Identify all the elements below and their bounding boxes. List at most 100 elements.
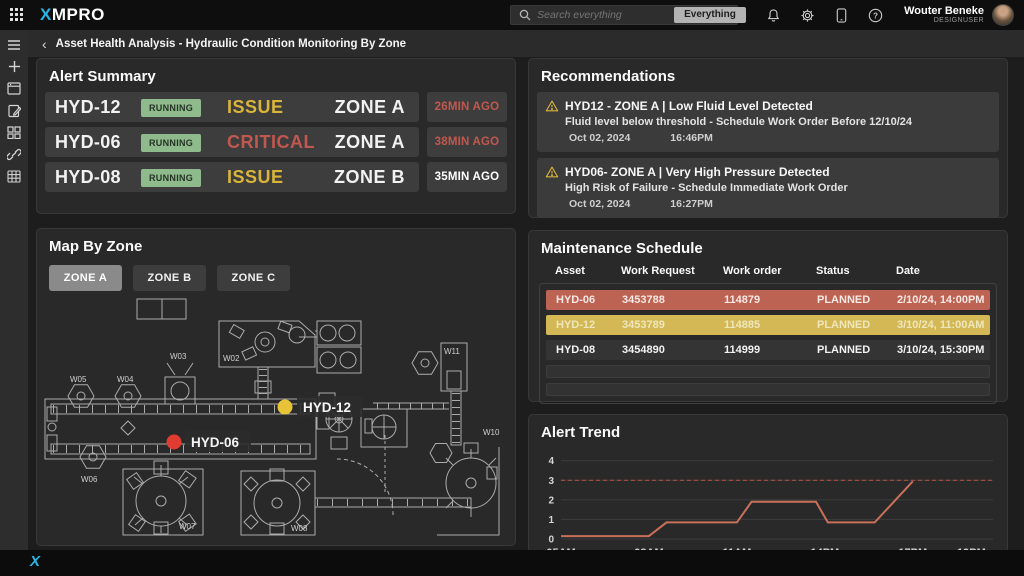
user-name: Wouter Beneke <box>904 6 984 18</box>
svg-text:1: 1 <box>548 515 554 526</box>
svg-text:?: ? <box>873 11 878 20</box>
marker-dot-red <box>167 435 182 450</box>
map-marker-hyd06[interactable]: HYD-06 <box>167 431 252 452</box>
alert-row[interactable]: HYD-06 RUNNING CRITICAL ZONE A 38MIN AGO <box>45 127 507 157</box>
user-avatar[interactable] <box>992 4 1014 26</box>
column-header: Asset <box>555 265 621 277</box>
cell-asset: HYD-08 <box>556 344 622 356</box>
breadcrumb: ‹ Asset Health Analysis - Hydraulic Cond… <box>28 30 1024 57</box>
back-chevron-icon[interactable]: ‹ <box>42 37 47 51</box>
search-icon <box>519 9 531 21</box>
column-header: Work order <box>723 265 816 277</box>
xmpro-logo[interactable]: XMPRO <box>40 5 105 25</box>
cell-date: 3/10/24, 11:00AM <box>897 319 990 331</box>
alert-trend-title: Alert Trend <box>529 415 1007 441</box>
cell-work-order: 114999 <box>724 344 817 356</box>
schedule-empty-row <box>546 383 990 396</box>
page-title: Asset Health Analysis - Hydraulic Condit… <box>56 38 406 50</box>
asset-id: HYD-08 <box>45 167 141 188</box>
cell-work-order: 114885 <box>724 319 817 331</box>
alert-status: CRITICAL <box>227 132 315 153</box>
left-sidebar <box>0 30 28 550</box>
schedule-row[interactable]: HYD-12 3453789 114885 PLANNED 3/10/24, 1… <box>546 315 990 335</box>
schedule-header-row: Asset Work Request Work order Status Dat… <box>529 257 1007 281</box>
user-menu[interactable]: Wouter Beneke DESIGNUSER <box>904 6 984 25</box>
map-by-zone-panel: Map By Zone ZONE A ZONE B ZONE C <box>36 228 516 546</box>
alert-status: ISSUE <box>227 97 315 118</box>
recommendation-detail: High Risk of Failure - Schedule Immediat… <box>545 179 989 194</box>
blocks-icon[interactable] <box>6 125 22 140</box>
svg-text:4: 4 <box>548 456 554 467</box>
maintenance-schedule-title: Maintenance Schedule <box>529 231 1007 257</box>
alert-summary-title: Alert Summary <box>37 59 515 85</box>
recommendations-panel: Recommendations HYD12 - ZONE A | Low Flu… <box>528 58 1008 218</box>
cell-work-request: 3453788 <box>622 294 724 306</box>
mobile-device-icon[interactable] <box>833 7 849 23</box>
zone-tab-a[interactable]: ZONE A <box>49 265 122 291</box>
user-role: DESIGNUSER <box>904 17 984 24</box>
recommendation-detail: Fluid level below threshold - Schedule W… <box>545 113 989 128</box>
status-badge: RUNNING <box>141 169 201 187</box>
zone-tab-b[interactable]: ZONE B <box>133 265 206 291</box>
alert-zone: ZONE B <box>315 167 419 188</box>
zone-tab-c[interactable]: ZONE C <box>217 265 290 291</box>
cell-work-request: 3454890 <box>622 344 724 356</box>
menu-icon[interactable] <box>6 37 22 52</box>
svg-text:0: 0 <box>548 535 554 546</box>
recommendation-time: 16:46PM <box>670 132 713 144</box>
window-icon[interactable] <box>6 81 22 96</box>
schedule-row[interactable]: HYD-06 3453788 114879 PLANNED 2/10/24, 1… <box>546 290 990 310</box>
alert-row[interactable]: HYD-08 RUNNING ISSUE ZONE B 35MIN AGO <box>45 162 507 192</box>
station-label: W03 <box>170 352 187 361</box>
station-label: W08 <box>291 524 308 533</box>
zone-map-schematic: W05 W04 W03 W02 W06 W07 W08 W10 W11 HYD-… <box>37 295 503 539</box>
maintenance-schedule-panel: Maintenance Schedule Asset Work Request … <box>528 230 1008 402</box>
column-header: Date <box>896 265 1001 277</box>
grid-icon[interactable] <box>6 169 22 184</box>
alert-time: 35MIN AGO <box>427 162 507 192</box>
asset-id: HYD-06 <box>45 132 141 153</box>
schedule-table: HYD-06 3453788 114879 PLANNED 2/10/24, 1… <box>539 283 997 404</box>
station-label: W11 <box>444 347 460 356</box>
station-label: W02 <box>223 354 240 363</box>
alert-row[interactable]: HYD-12 RUNNING ISSUE ZONE A 26MIN AGO <box>45 92 507 122</box>
recommendation-title: HYD12 - ZONE A | Low Fluid Level Detecte… <box>565 99 813 113</box>
recommendation-date: Oct 02, 2024 <box>569 198 630 210</box>
cell-status: PLANNED <box>817 319 897 331</box>
column-header: Work Request <box>621 265 723 277</box>
schedule-row[interactable]: HYD-08 3454890 114999 PLANNED 3/10/24, 1… <box>546 340 990 360</box>
alert-summary-panel: Alert Summary HYD-12 RUNNING ISSUE ZONE … <box>36 58 516 214</box>
alert-status: ISSUE <box>227 167 315 188</box>
station-label: W10 <box>483 428 500 437</box>
map-title: Map By Zone <box>37 229 515 255</box>
cell-status: PLANNED <box>817 344 897 356</box>
zone-tabs: ZONE A ZONE B ZONE C <box>37 255 515 291</box>
alert-time: 38MIN AGO <box>427 127 507 157</box>
search-scope-button[interactable]: Everything <box>674 7 746 23</box>
svg-text:3: 3 <box>548 476 554 487</box>
schedule-empty-row <box>546 365 990 378</box>
app-launcher-icon[interactable] <box>10 8 24 22</box>
add-icon[interactable] <box>6 59 22 74</box>
top-bar: XMPRO Everything <box>0 0 1024 30</box>
bottom-bar: X <box>0 550 1024 576</box>
recommendations-title: Recommendations <box>529 59 1007 85</box>
recommendation-date: Oct 02, 2024 <box>569 132 630 144</box>
notifications-bell-icon[interactable] <box>765 7 781 23</box>
alert-trend-panel: Alert Trend 0123405AM08AM11AM14PM17PM19P… <box>528 414 1008 560</box>
search-bar[interactable]: Everything <box>510 5 738 25</box>
search-input[interactable] <box>537 9 674 21</box>
recommendation-time: 16:27PM <box>670 198 713 210</box>
settings-gear-icon[interactable] <box>799 7 815 23</box>
recommendation-card[interactable]: HYD06- ZONE A | Very High Pressure Detec… <box>537 158 999 218</box>
page-edit-icon[interactable] <box>6 103 22 118</box>
asset-id: HYD-12 <box>45 97 141 118</box>
cell-date: 2/10/24, 14:00PM <box>897 294 990 306</box>
marker-dot-yellow <box>278 400 293 415</box>
status-badge: RUNNING <box>141 99 201 117</box>
link-icon[interactable] <box>6 147 22 162</box>
help-icon[interactable]: ? <box>867 7 883 23</box>
recommendation-card[interactable]: HYD12 - ZONE A | Low Fluid Level Detecte… <box>537 92 999 152</box>
cell-work-order: 114879 <box>724 294 817 306</box>
cell-asset: HYD-12 <box>556 319 622 331</box>
